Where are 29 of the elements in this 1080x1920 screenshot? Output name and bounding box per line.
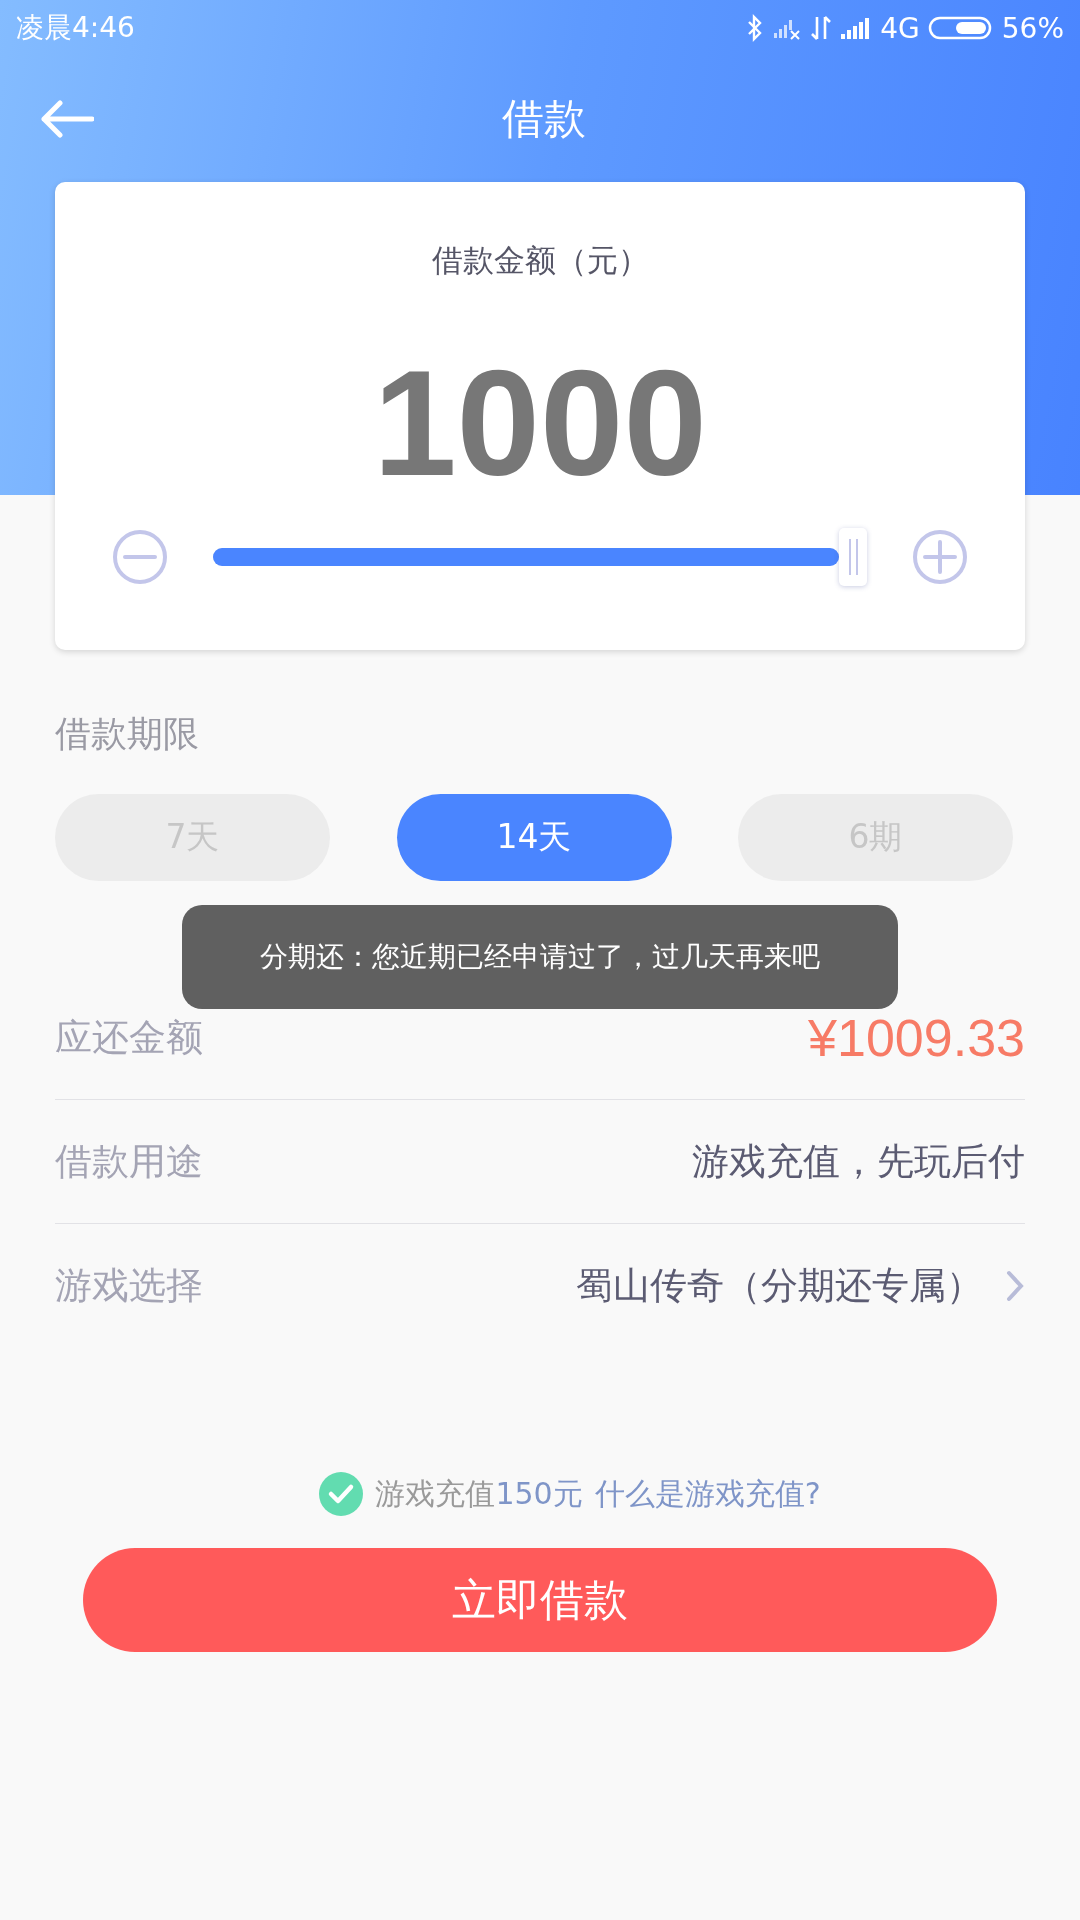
help-link[interactable]: 什么是游戏充值?: [594, 1473, 821, 1515]
battery-percent: 56%: [1001, 11, 1064, 45]
term-option[interactable]: 14天: [396, 794, 672, 881]
row-label: 游戏选择: [55, 1262, 203, 1309]
battery-icon: [927, 15, 994, 41]
page-title: 借款: [502, 93, 586, 145]
chevron-right-icon: [1005, 1269, 1025, 1302]
back-button[interactable]: [38, 99, 94, 139]
agree-checkbox[interactable]: [319, 1472, 364, 1516]
row-label: 应还金额: [55, 1014, 203, 1061]
back-arrow-icon: [38, 99, 94, 139]
minus-icon: [112, 529, 168, 585]
recharge-text: 游戏充值150元: [375, 1474, 583, 1513]
row-value: 游戏充值，先玩后付: [692, 1138, 1025, 1185]
amount-value: 1000: [373, 348, 707, 498]
increase-button[interactable]: [912, 529, 968, 585]
data-arrows-icon: [810, 15, 833, 41]
message-toast: 分期还：您近期已经申请过了，过几天再来吧: [182, 905, 898, 1009]
term-label: 借款期限: [55, 712, 200, 756]
repayment-amount: ¥1009.33: [808, 1007, 1025, 1068]
slider-thumb[interactable]: [839, 528, 867, 586]
status-time: 凌晨4:46: [16, 10, 135, 46]
decrease-button[interactable]: [112, 529, 168, 585]
amount-label: 借款金额（元）: [431, 241, 649, 280]
game-selector[interactable]: 蜀山传奇（分期还专属）: [576, 1260, 1025, 1311]
network-type: 4G: [880, 11, 920, 45]
borrow-button[interactable]: 立即借款: [83, 1548, 997, 1652]
row-label: 借款用途: [55, 1138, 203, 1185]
plus-icon: [912, 529, 968, 585]
